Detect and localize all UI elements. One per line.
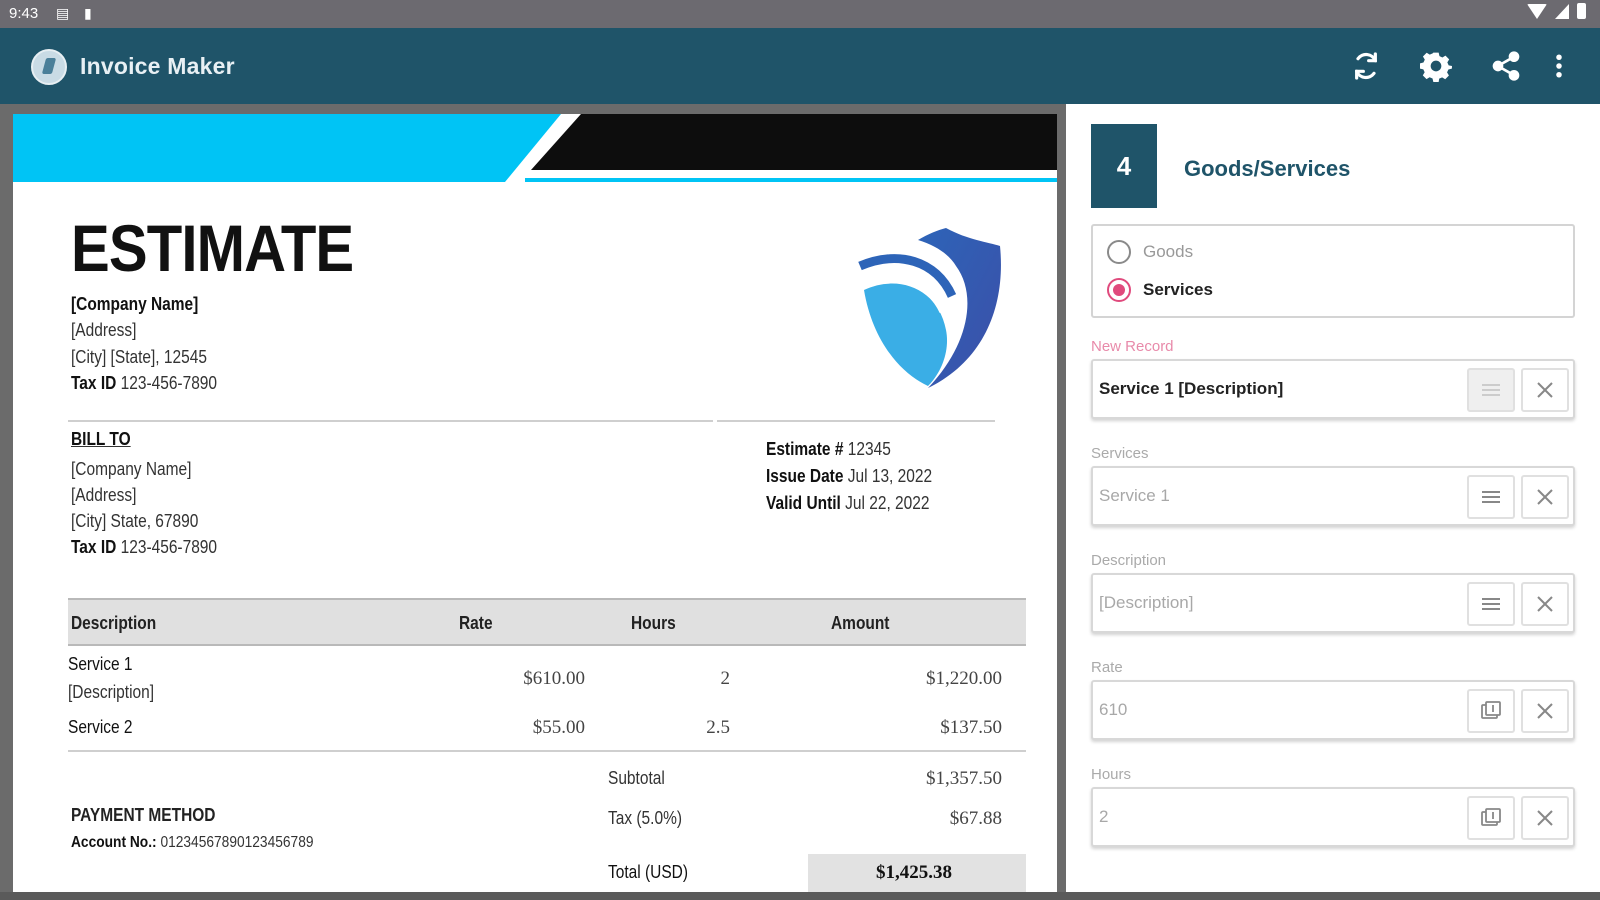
issue-date: Issue Date Jul 13, 2022 bbox=[766, 466, 933, 486]
shield-logo-icon bbox=[858, 228, 1001, 388]
services-value: Service 1 bbox=[1099, 486, 1170, 505]
clear-button[interactable] bbox=[1521, 582, 1569, 626]
col-hours: Hours bbox=[631, 613, 676, 633]
tax-label: Tax (5.0%) bbox=[608, 808, 682, 828]
document-preview-area[interactable]: ESTIMATE [Company Name] [Address] [City]… bbox=[0, 104, 1066, 892]
description-field[interactable]: [Description] bbox=[1091, 573, 1575, 633]
app-logo-icon bbox=[31, 49, 67, 85]
description-value: [Description] bbox=[1099, 593, 1194, 612]
status-right-icons bbox=[1527, 3, 1586, 19]
settings-icon[interactable] bbox=[1416, 46, 1456, 86]
wifi-icon bbox=[1527, 3, 1547, 19]
status-bar: 9:43 ▤ ▮ bbox=[0, 0, 1600, 28]
estimate-number: Estimate # 12345 bbox=[766, 439, 891, 459]
total-value: $1,425.38 bbox=[876, 862, 952, 883]
radio-goods-label[interactable]: Goods bbox=[1143, 242, 1193, 262]
header-ribbon bbox=[13, 114, 1057, 182]
signal-icon bbox=[1555, 3, 1569, 19]
valid-until: Valid Until Jul 22, 2022 bbox=[766, 493, 930, 513]
rate-field[interactable]: 610 bbox=[1091, 680, 1575, 740]
bill-to-name: [Company Name] bbox=[71, 459, 192, 479]
refresh-icon[interactable] bbox=[1346, 46, 1386, 86]
description-label: Description bbox=[1091, 552, 1167, 569]
hours-label: Hours bbox=[1091, 766, 1132, 783]
rate-label: Rate bbox=[1091, 659, 1123, 676]
table-row-amount: $1,220.00 bbox=[926, 668, 1002, 689]
subtotal-label: Subtotal bbox=[608, 768, 665, 788]
tax-value: $67.88 bbox=[949, 808, 1002, 829]
bill-to-tax: Tax ID 123-456-7890 bbox=[71, 537, 218, 557]
clear-button[interactable] bbox=[1521, 368, 1569, 412]
clear-button[interactable] bbox=[1521, 689, 1569, 733]
col-amount: Amount bbox=[831, 613, 890, 633]
bill-to-address: [Address] bbox=[71, 485, 137, 505]
company-tax: Tax ID 123-456-7890 bbox=[71, 373, 218, 393]
item-type-radio-group: Goods Services bbox=[1091, 224, 1575, 318]
account-number: Account No.: 01234567890123456789 bbox=[71, 834, 314, 851]
table-row-item-desc: [Description] bbox=[68, 682, 155, 702]
company-name: [Company Name] bbox=[71, 294, 199, 314]
list-button[interactable] bbox=[1467, 368, 1515, 412]
payment-heading: PAYMENT METHOD bbox=[71, 805, 216, 825]
hours-value: 2 bbox=[1099, 807, 1109, 826]
calculator-button[interactable] bbox=[1467, 689, 1515, 733]
col-description: Description bbox=[71, 613, 157, 633]
clear-button[interactable] bbox=[1521, 796, 1569, 840]
bill-to-heading: BILL TO bbox=[71, 429, 131, 449]
step-title: Goods/Services bbox=[1184, 156, 1351, 181]
step-number: 4 bbox=[1091, 124, 1157, 208]
table-row-rate: $610.00 bbox=[523, 668, 585, 689]
share-icon[interactable] bbox=[1486, 46, 1526, 86]
table-row-hours: 2 bbox=[720, 668, 731, 689]
radio-goods[interactable] bbox=[1107, 240, 1131, 264]
status-time: 9:43 bbox=[9, 5, 39, 22]
bill-to-city: [City] State, 67890 bbox=[71, 511, 199, 531]
table-row-item-name: Service 2 bbox=[68, 717, 133, 737]
company-address: [Address] bbox=[71, 320, 137, 340]
radio-services-label[interactable]: Services bbox=[1143, 280, 1213, 300]
table-row-hours: 2.5 bbox=[706, 717, 730, 738]
new-record-field[interactable]: Service 1 [Description] bbox=[1091, 359, 1575, 419]
divider bbox=[68, 750, 1026, 752]
radio-services[interactable] bbox=[1107, 278, 1131, 302]
divider bbox=[717, 420, 995, 422]
list-button[interactable] bbox=[1467, 582, 1515, 626]
table-row-amount: $137.50 bbox=[940, 717, 1002, 738]
new-record-value: Service 1 [Description] bbox=[1099, 379, 1284, 398]
bottom-edge bbox=[0, 892, 1600, 900]
hours-field[interactable]: 2 bbox=[1091, 787, 1575, 847]
subtotal-value: $1,357.50 bbox=[926, 768, 1002, 789]
app-bar: Invoice Maker bbox=[0, 28, 1600, 104]
clear-button[interactable] bbox=[1521, 475, 1569, 519]
calculator-button[interactable] bbox=[1467, 796, 1515, 840]
editor-panel: 4 Goods/Services Goods Services New Reco… bbox=[1066, 104, 1600, 892]
services-field[interactable]: Service 1 bbox=[1091, 466, 1575, 526]
estimate-paper: ESTIMATE [Company Name] [Address] [City]… bbox=[13, 114, 1057, 892]
new-record-label: New Record bbox=[1091, 338, 1174, 355]
battery-icon bbox=[1577, 3, 1586, 19]
total-label: Total (USD) bbox=[608, 862, 688, 882]
rate-value: 610 bbox=[1099, 700, 1128, 719]
divider bbox=[68, 420, 713, 422]
col-rate: Rate bbox=[459, 613, 493, 633]
app-title: Invoice Maker bbox=[80, 53, 235, 79]
clipboard-icon: ▮ bbox=[84, 5, 92, 21]
table-row-item-name: Service 1 bbox=[68, 654, 133, 674]
sim-icon: ▤ bbox=[56, 5, 70, 21]
services-label: Services bbox=[1091, 445, 1149, 462]
list-button[interactable] bbox=[1467, 475, 1515, 519]
more-vert-icon[interactable] bbox=[1544, 46, 1574, 86]
company-city: [City] [State], 12545 bbox=[71, 347, 207, 367]
table-row-rate: $55.00 bbox=[532, 717, 585, 738]
document-title: ESTIMATE bbox=[71, 211, 354, 285]
